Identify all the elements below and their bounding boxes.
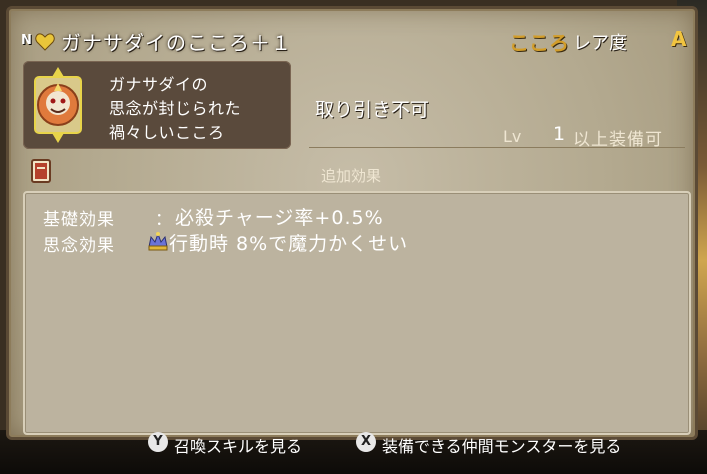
x-button-label[interactable]: 装備できる仲間モンスターを見る bbox=[382, 433, 621, 457]
effects-box: 基礎効果 ： 必殺チャージ率+0.5% 思念効果 行動時 8%で魔力かくせい bbox=[23, 191, 691, 435]
item-type: こころ bbox=[509, 31, 569, 55]
effect-label: 思念効果 bbox=[43, 236, 115, 256]
y-button-icon[interactable]: Y bbox=[148, 432, 168, 452]
rarity-value: A bbox=[671, 27, 687, 51]
description-line: 思念が封じられた bbox=[109, 99, 242, 118]
kokoro-detail-window: N ガナサダイのこころ＋１ こころ レア度 A ガナサダイの 思念が封じられた … bbox=[6, 6, 698, 440]
grade-mark: N bbox=[21, 33, 32, 48]
x-button-icon[interactable]: X bbox=[356, 432, 376, 452]
trade-status: 取り引き不可 bbox=[315, 99, 430, 121]
x-button-hint[interactable]: X 装備できる仲間モンスターを見る bbox=[356, 432, 686, 456]
rarity-label: レア度 bbox=[573, 33, 627, 54]
y-button-label[interactable]: 召喚スキルを見る bbox=[174, 433, 302, 457]
effect-label: 基礎効果 bbox=[43, 210, 115, 230]
effect-row: 思念効果 行動時 8%で魔力かくせい bbox=[43, 229, 663, 256]
heart-icon bbox=[35, 33, 55, 51]
effect-row: 基礎効果 ： 必殺チャージ率+0.5% bbox=[43, 203, 663, 230]
effect-value: 必殺チャージ率+0.5% bbox=[175, 207, 384, 229]
y-button-hint[interactable]: Y 召喚スキルを見る bbox=[148, 432, 348, 456]
description-line: 禍々しいこころ bbox=[109, 123, 225, 142]
monster-portrait-icon bbox=[34, 67, 82, 143]
title-row: N ガナサダイのこころ＋１ こころ レア度 A bbox=[21, 27, 691, 55]
description-line: ガナサダイの bbox=[109, 75, 209, 94]
level-value: 1 bbox=[553, 123, 566, 145]
divider bbox=[309, 147, 685, 148]
effect-value: 行動時 8%で魔力かくせい bbox=[169, 233, 409, 255]
level-label: Lv bbox=[503, 127, 522, 146]
book-icon[interactable] bbox=[31, 159, 51, 183]
item-name: ガナサダイのこころ＋１ bbox=[61, 31, 292, 55]
extra-effects-label: 追加効果 bbox=[321, 167, 382, 185]
crown-icon bbox=[148, 232, 168, 251]
description-panel: ガナサダイの 思念が封じられた 禍々しいこころ bbox=[23, 61, 291, 149]
effect-separator: ： bbox=[155, 210, 172, 230]
